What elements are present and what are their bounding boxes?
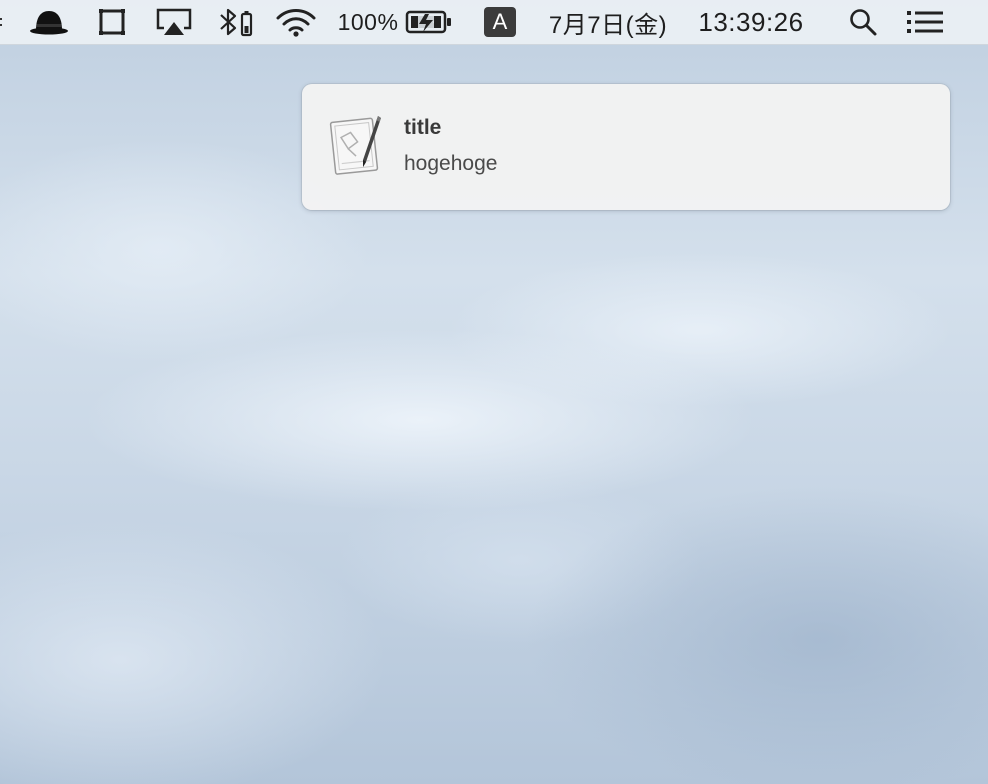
battery-percentage[interactable]: 100%	[336, 0, 400, 44]
airplay-icon[interactable]	[154, 0, 194, 44]
battery-charging-icon[interactable]	[404, 0, 454, 44]
notification-title: title	[404, 116, 442, 139]
menu-bar: 100% A 7月7日(金) 13:39:26	[0, 0, 988, 45]
notification-center-icon[interactable]	[905, 0, 945, 44]
date-label: 7月7日(金)	[548, 11, 668, 39]
desktop: 100% A 7月7日(金) 13:39:26 title hogehoge	[0, 0, 988, 784]
menu-bar-edge	[0, 0, 6, 44]
menu-bar-date[interactable]: 7月7日(金)	[542, 0, 674, 44]
window-icon[interactable]	[96, 0, 128, 44]
menu-bar-clock[interactable]: 13:39:26	[688, 0, 814, 44]
spotlight-search-icon[interactable]	[845, 0, 881, 44]
notification-body: hogehoge	[404, 152, 498, 175]
notification-banner[interactable]: title hogehoge	[302, 84, 950, 210]
wifi-icon[interactable]	[274, 0, 318, 44]
input-source-menu[interactable]: A	[483, 0, 517, 44]
script-editor-icon	[328, 112, 386, 176]
input-source-badge: A	[484, 7, 516, 37]
battery-percentage-label: 100%	[337, 8, 399, 35]
bowler-hat-icon[interactable]	[27, 0, 71, 44]
bluetooth-icon[interactable]	[214, 0, 256, 44]
time-label: 13:39:26	[698, 6, 804, 37]
